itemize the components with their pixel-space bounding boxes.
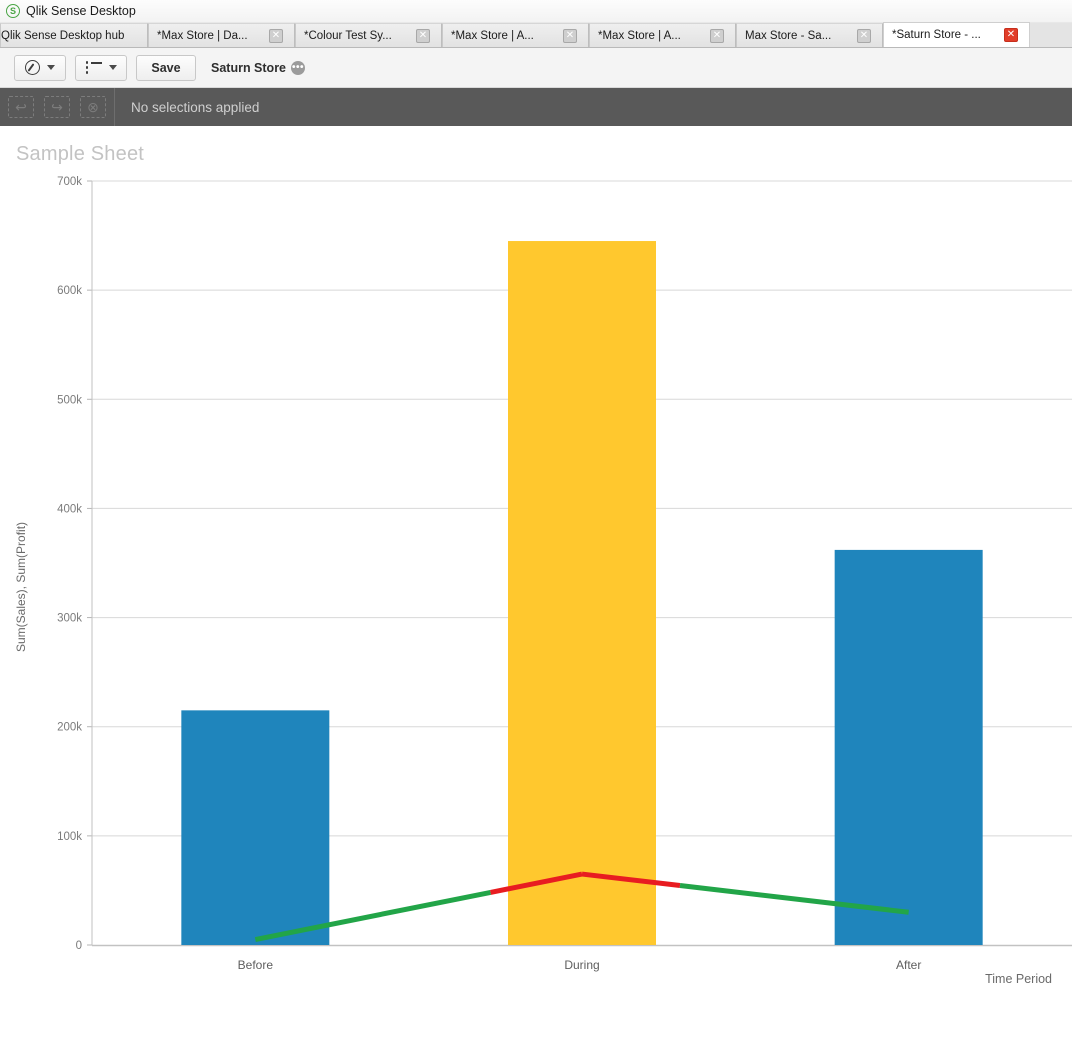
tab-label: *Max Store | A... <box>598 29 681 42</box>
y-axis-tick-label: 600k <box>57 285 82 297</box>
save-button[interactable]: Save <box>136 54 196 81</box>
bar-before[interactable] <box>181 710 330 945</box>
selection-back-icon[interactable]: ↩ <box>8 96 34 118</box>
y-axis-tick-label: 700k <box>57 176 82 188</box>
chart-canvas: 0 100k 200k 300k 400k 500k 600k 700k Before Duri… <box>57 176 1072 972</box>
y-axis-tick-labels: 0 100k 200k 300k 400k 500k 600k 700k <box>57 176 82 952</box>
x-axis-category-label: During <box>564 958 599 972</box>
tab-label: *Max Store | A... <box>451 29 534 42</box>
selection-controls: ↩ ↪ ⊗ <box>0 88 115 126</box>
close-icon[interactable]: ✕ <box>857 28 871 43</box>
y-axis-tick-label: 200k <box>57 722 82 734</box>
tab-label: *Colour Test Sy... <box>304 29 392 42</box>
combo-chart[interactable]: Sum(Sales), Sum(Profit) Time Period 0 100… <box>0 166 1072 1011</box>
ellipsis-circle-icon[interactable]: ••• <box>291 60 306 75</box>
tab-label: *Saturn Store - ... <box>892 29 981 41</box>
tab-label: *Max Store | Da... <box>157 29 248 42</box>
close-icon[interactable]: ✕ <box>416 28 430 43</box>
bar-during[interactable] <box>508 241 656 945</box>
x-axis-category-label: Before <box>238 958 274 972</box>
tab-max-store-a-2[interactable]: *Max Store | A... ✕ <box>589 23 736 47</box>
tab-colour-test[interactable]: *Colour Test Sy... ✕ <box>295 23 442 47</box>
qlik-logo-icon: S <box>6 4 20 18</box>
tab-hub[interactable]: Qlik Sense Desktop hub <box>0 23 148 47</box>
close-icon[interactable]: ✕ <box>269 28 283 43</box>
x-axis-category-labels: Before During After <box>238 958 922 972</box>
y-axis-tick-label: 0 <box>76 940 82 952</box>
chevron-down-icon <box>108 65 117 70</box>
selection-forward-icon[interactable]: ↪ <box>44 96 70 118</box>
close-icon[interactable]: ✕ <box>710 28 724 43</box>
close-icon[interactable]: ✕ <box>563 28 577 43</box>
app-name-label: Saturn Store <box>211 60 287 75</box>
navigation-menu-button[interactable] <box>14 54 66 81</box>
tab-max-store-data[interactable]: *Max Store | Da... ✕ <box>148 23 295 47</box>
sheet-list-icon <box>85 61 102 74</box>
y-axis-tick-label: 300k <box>57 613 82 625</box>
compass-icon <box>25 60 40 75</box>
close-icon[interactable]: ✕ <box>1004 28 1018 42</box>
sheet-title: Sample Sheet <box>16 143 145 165</box>
tab-max-store-a-1[interactable]: *Max Store | A... ✕ <box>442 23 589 47</box>
qlik-logo-glyph: S <box>9 5 16 16</box>
tab-label: Qlik Sense Desktop hub <box>1 29 125 42</box>
chevron-down-icon <box>47 65 55 70</box>
tab-strip-filler <box>1030 23 1072 47</box>
tab-saturn-store[interactable]: *Saturn Store - ... ✕ <box>883 22 1030 47</box>
app-toolbar: Save Saturn Store ••• <box>0 48 1072 88</box>
sheet-list-button[interactable] <box>75 54 127 81</box>
selection-status: No selections applied <box>131 99 260 115</box>
y-axis-tick-label: 500k <box>57 394 82 406</box>
window-title-bar: S Qlik Sense Desktop <box>0 0 1072 23</box>
x-axis-title: Time Period <box>985 972 1052 986</box>
tab-label: Max Store - Sa... <box>745 29 832 42</box>
tab-strip: Qlik Sense Desktop hub *Max Store | Da..… <box>0 22 1072 48</box>
bar-series[interactable] <box>181 241 983 945</box>
window-title: Qlik Sense Desktop <box>26 4 136 18</box>
y-axis-tick-label: 400k <box>57 503 82 515</box>
tab-max-store-sa[interactable]: Max Store - Sa... ✕ <box>736 23 883 47</box>
selection-clear-icon[interactable]: ⊗ <box>80 96 106 118</box>
bar-after[interactable] <box>834 549 983 945</box>
y-axis-title: Sum(Sales), Sum(Profit) <box>14 521 28 652</box>
selections-bar: ↩ ↪ ⊗ No selections applied <box>0 88 1072 126</box>
y-axis-tick-label: 100k <box>57 831 82 843</box>
x-axis-category-label: After <box>896 958 921 972</box>
app-name-menu[interactable]: Saturn Store ••• <box>211 60 306 75</box>
